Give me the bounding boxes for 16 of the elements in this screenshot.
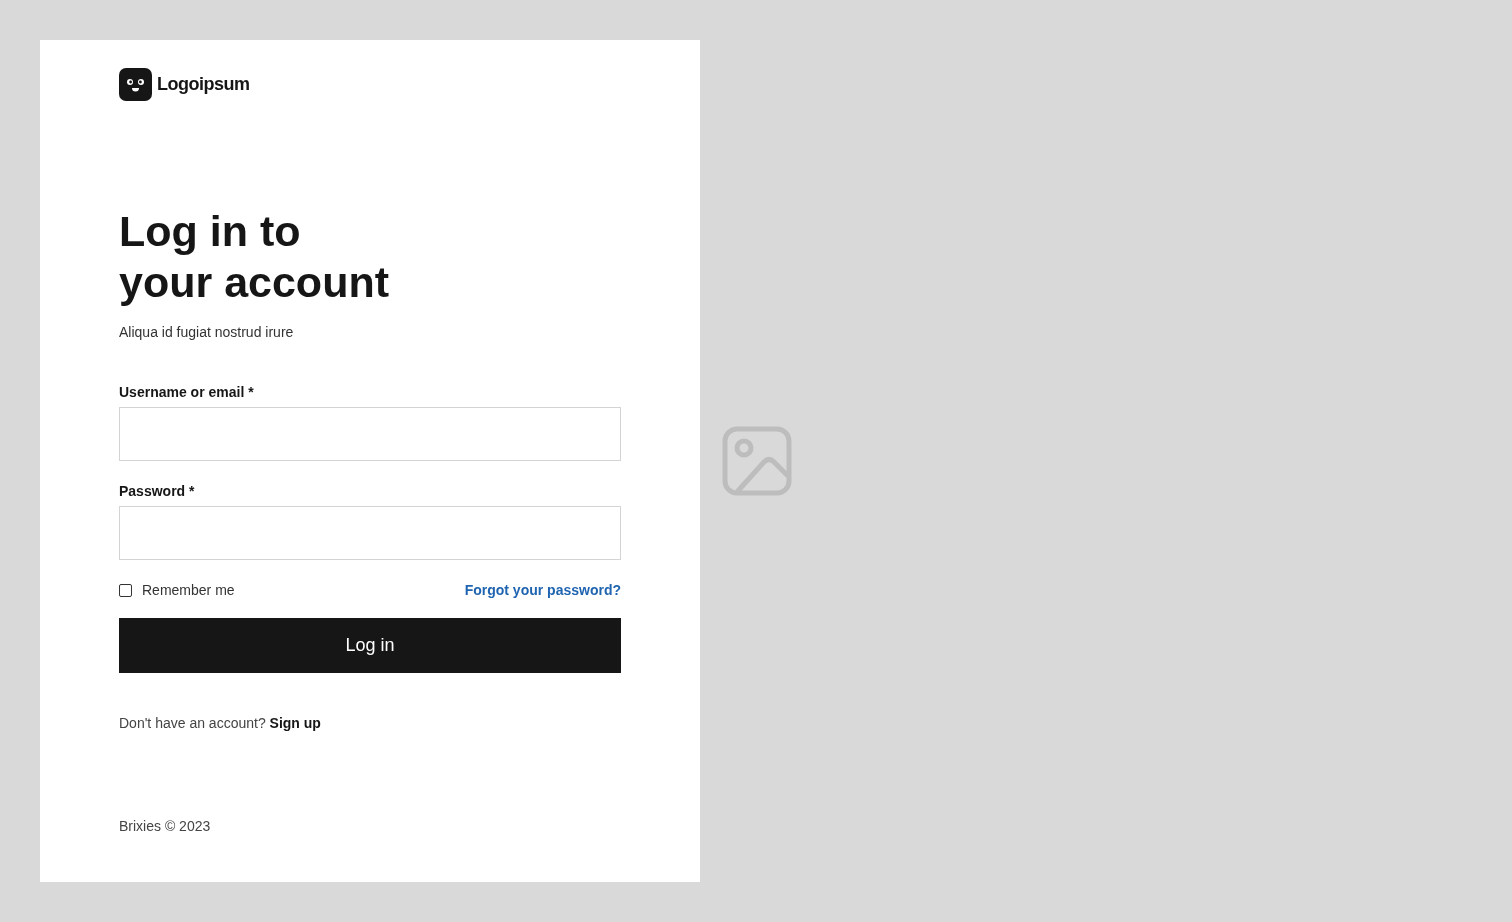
image-placeholder-icon: [722, 426, 792, 496]
field-label: Password *: [119, 483, 196, 499]
footer-text: Brixies © 2023: [119, 818, 212, 834]
forgot-password-link[interactable]: Forgot your password?: [464, 582, 621, 598]
signup-link[interactable]: Sign up: [269, 715, 321, 731]
login-button[interactable]: Log in: [119, 618, 621, 673]
checkbox-label: Remember me: [142, 582, 235, 598]
checkbox[interactable]: [119, 583, 132, 597]
logo-text: Logoipsum: [157, 74, 250, 95]
field-label: Username or email *: [119, 384, 255, 400]
subtitle: Aliqua id fugiat nostrud irure: [119, 324, 295, 340]
input-field[interactable]: [119, 407, 621, 461]
page-heading: Log in to your account: [119, 206, 390, 308]
signup-prompt: Don't have an account? Sign up: [119, 715, 322, 731]
input-field[interactable]: [119, 506, 621, 560]
smiley-logo-icon: [119, 68, 152, 101]
